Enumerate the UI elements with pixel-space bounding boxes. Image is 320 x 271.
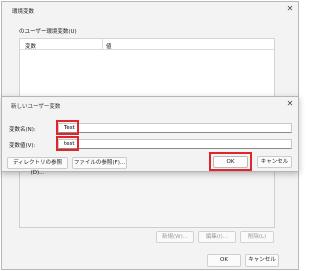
close-icon[interactable]: ✕ — [285, 99, 295, 109]
variable-value-label: 変数値(V): — [9, 143, 36, 149]
user-variables-section-label: のユーザー環境変数(U) — [19, 29, 77, 35]
highlight-box — [209, 152, 252, 171]
highlight-box — [56, 120, 79, 135]
new-user-variable-dialog: 新しいユーザー変数 ✕ 変数名(N): Test 変数値(V): test ディ… — [1, 96, 299, 176]
variable-value-input[interactable]: test — [58, 139, 292, 149]
ok-button[interactable]: OK — [207, 254, 241, 267]
window-title: 環境変数 — [12, 9, 35, 15]
highlight-box — [56, 136, 79, 151]
new-variable-button[interactable]: 新規(W)... — [156, 231, 194, 243]
dialog-title: 新しいユーザー変数 — [11, 104, 61, 110]
variable-name-label: 変数名(N): — [9, 127, 36, 133]
column-header-variable[interactable]: 変数 — [25, 42, 36, 50]
delete-variable-button[interactable]: 削除(L) — [240, 231, 274, 243]
browse-file-button[interactable]: ファイルの参照(F)... — [72, 157, 127, 169]
edit-variable-button[interactable]: 編集(I)... — [198, 231, 236, 243]
close-icon[interactable]: ✕ — [285, 4, 295, 14]
column-header-value[interactable]: 値 — [106, 42, 112, 50]
cancel-button[interactable]: キャンセル — [257, 156, 292, 168]
user-variables-table[interactable]: 変数 値 — [19, 38, 275, 100]
column-divider[interactable] — [102, 39, 103, 50]
cancel-button[interactable]: キャンセル — [245, 254, 279, 267]
variable-name-input[interactable]: Test — [58, 123, 292, 133]
browse-directory-button[interactable]: ディレクトリの参照(D)... — [7, 157, 68, 176]
table-header: 変数 値 — [20, 39, 274, 50]
